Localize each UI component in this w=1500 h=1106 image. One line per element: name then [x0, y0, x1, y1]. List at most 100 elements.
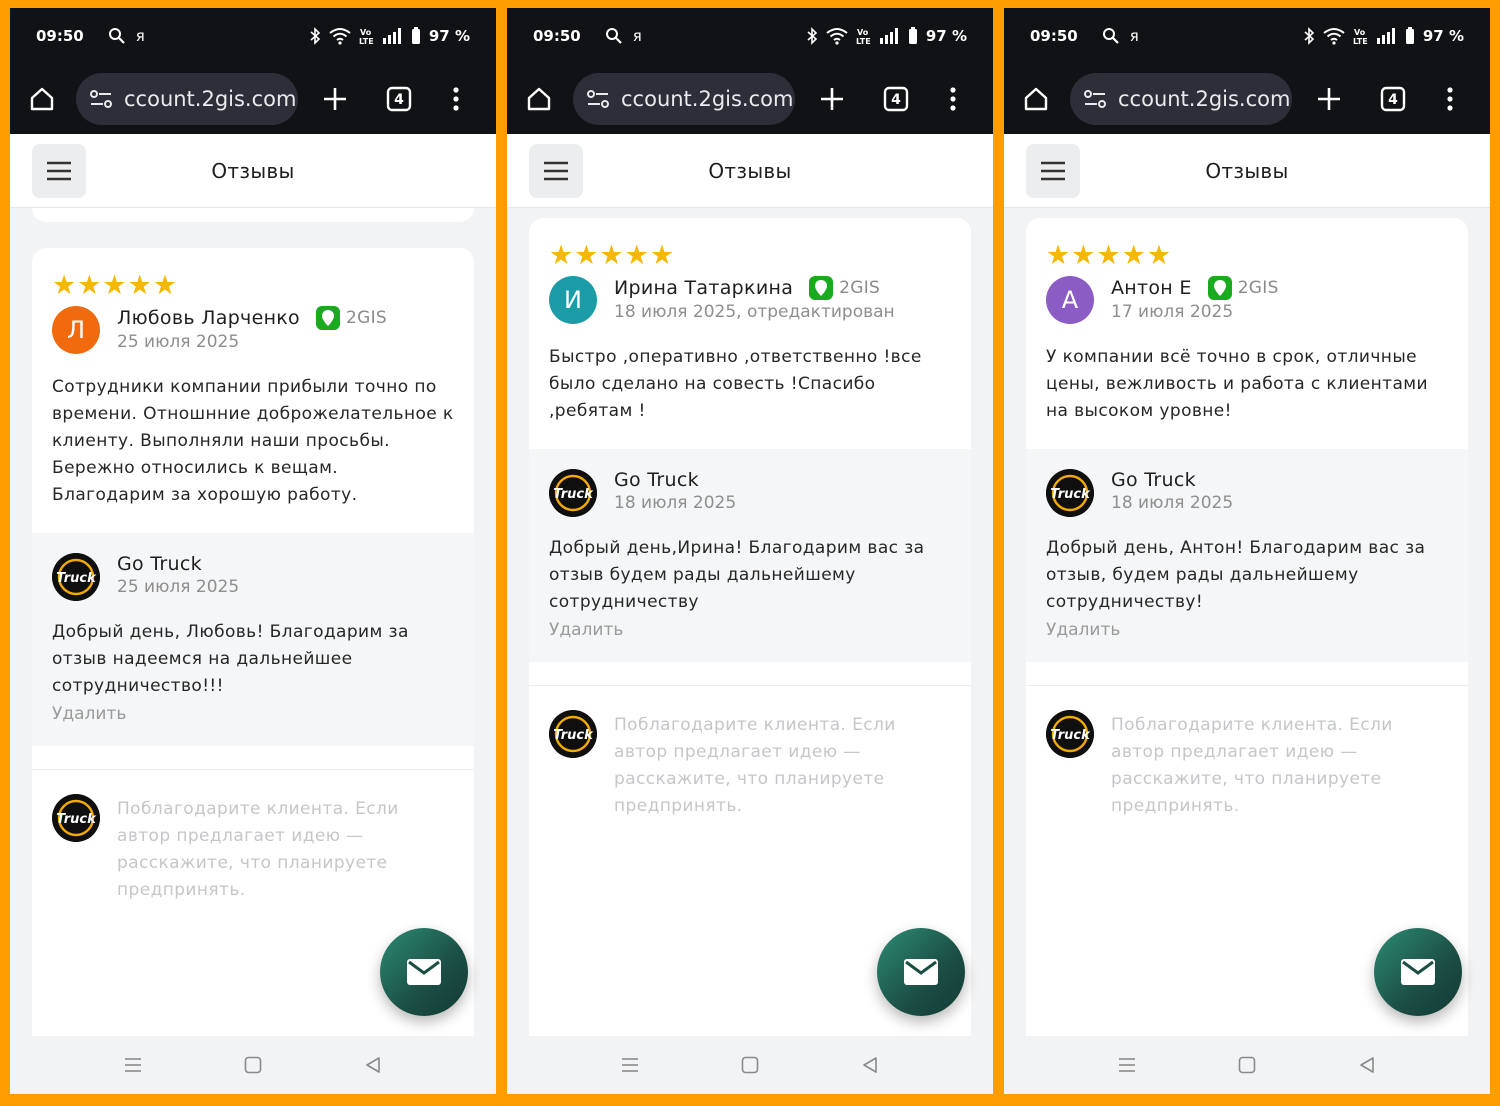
more-options-icon[interactable] [1446, 86, 1454, 112]
home-square-icon[interactable] [1238, 1056, 1256, 1074]
svg-text:LTE: LTE [1353, 37, 1368, 45]
tab-count: 4 [394, 92, 404, 108]
message-fab-button[interactable] [1374, 928, 1462, 1016]
reviews-list[interactable]: ★★★★★ И Ирина Татаркина 2GIS 18 июля 202… [507, 208, 993, 1036]
new-tab-icon[interactable] [819, 86, 845, 112]
back-icon[interactable] [364, 1056, 382, 1074]
address-bar[interactable]: ccount.2gis.com [76, 73, 298, 125]
phone-screenshot-2: 09:50 я Vo LTE 97 % ccount.2gis.com 4 От… [507, 8, 993, 1094]
signal-icon [382, 28, 401, 44]
source-badge: 2GIS [1207, 276, 1279, 300]
back-icon[interactable] [1358, 1056, 1376, 1074]
app-header: Отзывы [10, 134, 496, 208]
volte-icon: VoLTE [856, 28, 871, 45]
message-fab-button[interactable] [877, 928, 965, 1016]
go-truck-logo-icon: Truck [1046, 469, 1094, 517]
back-icon[interactable] [861, 1056, 879, 1074]
hamburger-icon [47, 161, 71, 181]
carrier-label: я [1129, 27, 1139, 45]
reply-date: 25 июля 2025 [117, 577, 240, 597]
tab-switcher-button[interactable]: 4 [386, 86, 412, 112]
recent-apps-icon[interactable] [1118, 1056, 1136, 1074]
review-card: ★★★★★ Л Любовь Ларченко 2GIS 25 июля 202… [32, 248, 474, 1036]
home-icon[interactable] [525, 85, 553, 113]
svg-text:Truck: Truck [1050, 487, 1091, 502]
company-name: Go Truck [117, 553, 202, 575]
recent-apps-icon[interactable] [124, 1056, 142, 1074]
hamburger-icon [544, 161, 568, 181]
svg-text:Truck: Truck [553, 487, 594, 502]
address-bar[interactable]: ccount.2gis.com [573, 73, 795, 125]
battery-icon [411, 27, 420, 44]
company-reply: Truck Go Truck 25 июля 2025 Добрый день,… [32, 533, 474, 746]
system-navigation-bar [507, 1036, 993, 1094]
mail-icon [904, 959, 938, 985]
status-time: 09:50 [1030, 27, 1078, 45]
new-tab-icon[interactable] [1316, 86, 1342, 112]
new-tab-icon[interactable] [322, 86, 348, 112]
url-text: ccount.2gis.com [621, 87, 794, 111]
site-settings-icon[interactable] [1084, 89, 1106, 109]
browser-toolbar: ccount.2gis.com 4 [507, 64, 993, 134]
volte-icon: VoLTE [1353, 28, 1368, 45]
hamburger-menu-button[interactable] [32, 144, 86, 198]
svg-text:Vo: Vo [1354, 28, 1366, 37]
hamburger-menu-button[interactable] [1026, 144, 1080, 198]
go-truck-logo-icon: Truck [52, 794, 100, 842]
reply-composer[interactable]: Truck Поблагодарите клиента. Если автор … [529, 686, 971, 820]
carrier-label: я [135, 27, 145, 45]
reply-composer[interactable]: Truck Поблагодарите клиента. Если автор … [1026, 686, 1468, 820]
search-icon [1102, 28, 1119, 44]
recent-apps-icon[interactable] [621, 1056, 639, 1074]
reply-date: 18 июля 2025 [1111, 493, 1234, 513]
company-name: Go Truck [614, 469, 699, 491]
app-header: Отзывы [507, 134, 993, 208]
author-name: Любовь Ларченко [117, 307, 300, 329]
url-text: ccount.2gis.com [1118, 87, 1291, 111]
site-settings-icon[interactable] [90, 89, 112, 109]
2gis-logo-icon [1207, 276, 1232, 300]
reply-input-placeholder[interactable]: Поблагодарите клиента. Если автор предла… [614, 712, 951, 820]
source-badge-label: 2GIS [1237, 278, 1279, 298]
review-text: Сотрудники компании прибыли точно по вре… [52, 377, 454, 505]
system-navigation-bar [10, 1036, 496, 1094]
divider [32, 746, 474, 770]
tab-count: 4 [1388, 92, 1398, 108]
delete-reply-button[interactable]: Удалить [549, 620, 951, 640]
wifi-icon [329, 28, 351, 45]
reviews-list[interactable]: ★★★★★ Л Любовь Ларченко 2GIS 25 июля 202… [10, 208, 496, 1036]
avatar: А [1046, 276, 1094, 324]
reply-composer[interactable]: Truck Поблагодарите клиента. Если автор … [32, 770, 474, 904]
reviews-list[interactable]: ★★★★★ А Антон Е 2GIS 17 июля 2025 У комп… [1004, 208, 1490, 1036]
reply-input-placeholder[interactable]: Поблагодарите клиента. Если автор предла… [1111, 712, 1448, 820]
message-fab-button[interactable] [380, 928, 468, 1016]
address-bar[interactable]: ccount.2gis.com [1070, 73, 1292, 125]
browser-toolbar: ccount.2gis.com 4 [1004, 64, 1490, 134]
svg-text:Truck: Truck [56, 812, 97, 827]
battery-icon [908, 27, 917, 44]
home-square-icon[interactable] [244, 1056, 262, 1074]
svg-text:Truck: Truck [1050, 728, 1091, 743]
home-square-icon[interactable] [741, 1056, 759, 1074]
review-card: ★★★★★ А Антон Е 2GIS 17 июля 2025 У комп… [1026, 218, 1468, 1036]
home-icon[interactable] [1022, 85, 1050, 113]
delete-reply-button[interactable]: Удалить [52, 704, 454, 724]
go-truck-logo-icon: Truck [1046, 710, 1094, 758]
more-options-icon[interactable] [949, 86, 957, 112]
hamburger-menu-button[interactable] [529, 144, 583, 198]
tab-switcher-button[interactable]: 4 [1380, 86, 1406, 112]
reply-text: Добрый день, Антон! Благодарим вас за от… [1046, 538, 1426, 612]
reply-input-placeholder[interactable]: Поблагодарите клиента. Если автор предла… [117, 796, 454, 904]
go-truck-logo-icon: Truck [52, 553, 100, 601]
bluetooth-icon [310, 27, 321, 45]
source-badge: 2GIS [316, 306, 387, 330]
signal-icon [1376, 28, 1395, 44]
review-text: Быстро ,оперативно ,ответственно !все бы… [549, 347, 922, 421]
battery-percent: 97 % [925, 27, 967, 45]
delete-reply-button[interactable]: Удалить [1046, 620, 1448, 640]
url-text: ccount.2gis.com [124, 87, 297, 111]
home-icon[interactable] [28, 85, 56, 113]
more-options-icon[interactable] [452, 86, 460, 112]
tab-switcher-button[interactable]: 4 [883, 86, 909, 112]
site-settings-icon[interactable] [587, 89, 609, 109]
